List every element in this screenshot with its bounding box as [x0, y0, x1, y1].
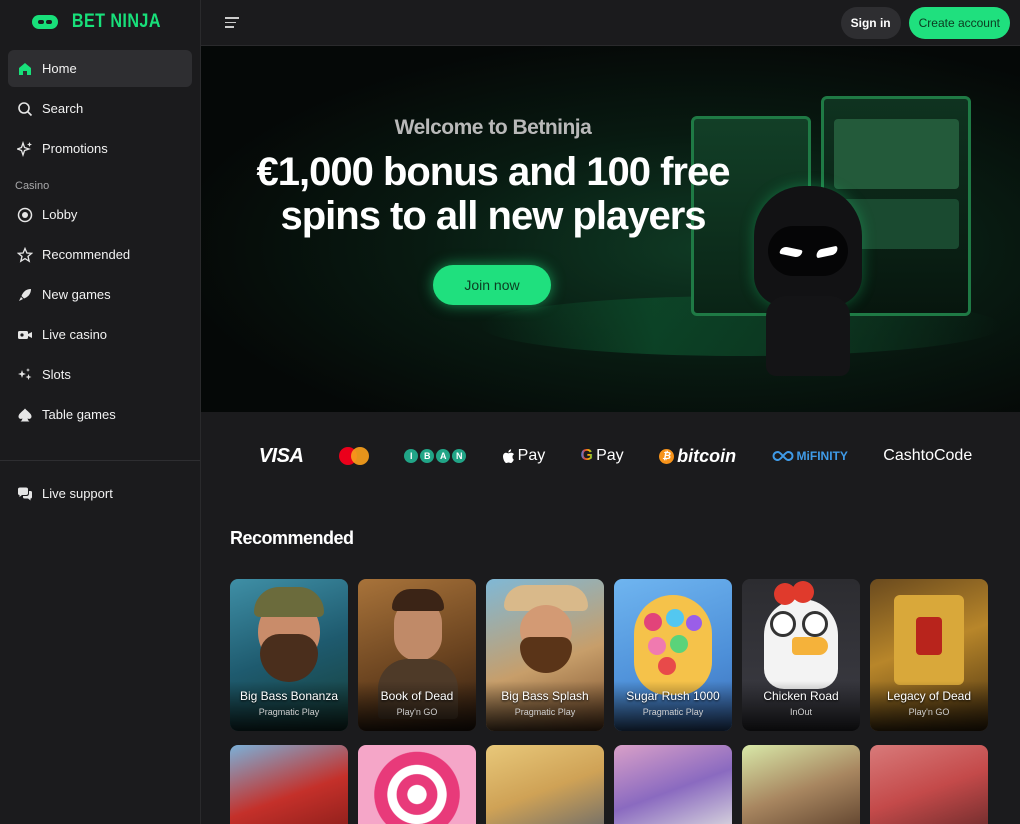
game-title: Legacy of Dead	[886, 689, 972, 703]
game-card[interactable]: Sugar Rush 1000 Pragmatic Play	[614, 579, 732, 731]
main-content: Sign in Create account Welcome to Betnin…	[201, 0, 1020, 824]
menu-icon[interactable]	[225, 17, 239, 28]
search-icon	[17, 101, 33, 117]
hero-welcome: Welcome to Betninja	[394, 116, 592, 139]
mifinity-logo: MiFINITY	[772, 449, 848, 463]
create-account-button[interactable]: Create account	[908, 6, 1010, 39]
chat-icon	[17, 486, 33, 502]
game-card[interactable]	[230, 745, 348, 824]
sidebar-item-label: Home	[42, 61, 77, 76]
sidebar-item-home[interactable]: Home	[8, 50, 192, 87]
sidebar-item-recommended[interactable]: Recommended	[8, 236, 192, 273]
sidebar-item-promotions[interactable]: Promotions	[8, 130, 192, 167]
game-title: Chicken Road	[763, 689, 839, 703]
support-nav: Live support	[0, 475, 200, 521]
bitcoin-logo: ₿ bitcoin	[659, 446, 736, 467]
sparkles-icon	[17, 367, 33, 383]
sidebar-item-search[interactable]: Search	[8, 90, 192, 127]
infinity-icon	[772, 450, 794, 462]
google-g-icon: G	[580, 447, 594, 464]
games-grid-row2	[230, 745, 1020, 824]
sidebar-item-label: Search	[42, 101, 84, 116]
sidebar-item-label: Lobby	[42, 207, 78, 222]
join-now-button[interactable]: Join now	[433, 265, 551, 305]
game-card[interactable]: Chicken Road InOut	[742, 579, 860, 731]
hero-title: €1,000 bonus and 100 free spins to all n…	[201, 150, 785, 238]
payment-methods: VISA IBAN Pay G Pay ₿ bitcoin MiFINITY C…	[201, 412, 1020, 500]
apple-pay-logo: Pay	[502, 447, 545, 465]
game-card[interactable]	[614, 745, 732, 824]
mastercard-logo	[338, 447, 369, 465]
hero-banner[interactable]: Welcome to Betninja €1,000 bonus and 100…	[201, 46, 1020, 412]
game-provider: Pragmatic Play	[258, 707, 320, 717]
iban-logo: IBAN	[404, 449, 467, 463]
game-title: Book of Dead	[380, 689, 454, 703]
home-icon	[17, 61, 33, 77]
rocket-icon	[17, 287, 33, 303]
game-title: Sugar Rush 1000	[626, 689, 720, 703]
game-card[interactable]: Big Bass Splash Pragmatic Play	[486, 579, 604, 731]
auth-actions: Sign in Create account	[840, 6, 1010, 39]
sidebar-item-live-support[interactable]: Live support	[8, 475, 192, 512]
game-provider: Pragmatic Play	[514, 707, 576, 717]
ninja-mask-icon	[31, 15, 58, 29]
game-title: Big Bass Splash	[501, 689, 589, 703]
game-provider: Play'n GO	[396, 707, 438, 717]
main-nav: Home Search Promotions Casino Lobby Reco…	[0, 44, 200, 442]
logo-text: BET NINJA	[71, 11, 161, 32]
game-card[interactable]	[358, 745, 476, 824]
hero-text: Welcome to Betninja €1,000 bonus and 100…	[201, 116, 785, 238]
topbar: Sign in Create account	[201, 0, 1020, 46]
sidebar-item-label: Recommended	[42, 247, 131, 262]
game-provider: InOut	[789, 707, 812, 717]
game-card[interactable]	[870, 745, 988, 824]
sidebar-item-table-games[interactable]: Table games	[8, 396, 192, 433]
sidebar-item-label: Live support	[42, 486, 113, 501]
sidebar-item-label: Table games	[42, 407, 116, 422]
sparkle-icon	[17, 140, 33, 157]
sidebar-divider	[0, 460, 200, 461]
sidebar-item-lobby[interactable]: Lobby	[8, 196, 192, 233]
apple-icon	[502, 448, 514, 463]
hero-title-line2: spins to all new players	[280, 194, 706, 238]
game-card[interactable]	[742, 745, 860, 824]
bitcoin-icon: ₿	[659, 448, 675, 464]
cashtocode-logo: CashtoCode	[883, 447, 973, 464]
sidebar-item-slots[interactable]: Slots	[8, 356, 192, 393]
sidebar-item-live-casino[interactable]: Live casino	[8, 316, 192, 353]
game-card[interactable]: Big Bass Bonanza Pragmatic Play	[230, 579, 348, 731]
game-title: Big Bass Bonanza	[239, 689, 339, 703]
star-icon	[17, 246, 33, 263]
game-card[interactable]: Legacy of Dead Play'n GO	[870, 579, 988, 731]
sidebar-item-label: New games	[42, 287, 111, 302]
visa-logo: VISA	[258, 444, 304, 467]
hero-title-line1: €1,000 bonus and 100 free	[256, 150, 730, 194]
games-grid: Big Bass Bonanza Pragmatic Play Book of …	[230, 579, 1020, 731]
sign-in-button[interactable]: Sign in	[840, 6, 901, 39]
sidebar-item-label: Slots	[42, 367, 71, 382]
google-pay-logo: G Pay	[580, 447, 624, 464]
section-label-casino: Casino	[15, 180, 50, 192]
game-card[interactable]	[486, 745, 604, 824]
sidebar-item-label: Live casino	[42, 327, 108, 342]
recommended-section: Recommended Big Bass Bonanza Pragmatic P…	[201, 528, 1020, 824]
chip-icon	[17, 207, 33, 223]
recommended-title: Recommended	[230, 528, 354, 548]
logo[interactable]: BET NINJA	[0, 0, 200, 44]
game-provider: Pragmatic Play	[642, 707, 704, 717]
game-provider: Play'n GO	[908, 707, 950, 717]
sidebar-item-label: Promotions	[42, 141, 108, 156]
game-card[interactable]: Book of Dead Play'n GO	[358, 579, 476, 731]
sidebar-item-new-games[interactable]: New games	[8, 276, 192, 313]
sidebar: BET NINJA Home Search Promotions Casino …	[0, 0, 201, 824]
spade-icon	[17, 407, 33, 423]
camera-icon	[17, 327, 33, 343]
